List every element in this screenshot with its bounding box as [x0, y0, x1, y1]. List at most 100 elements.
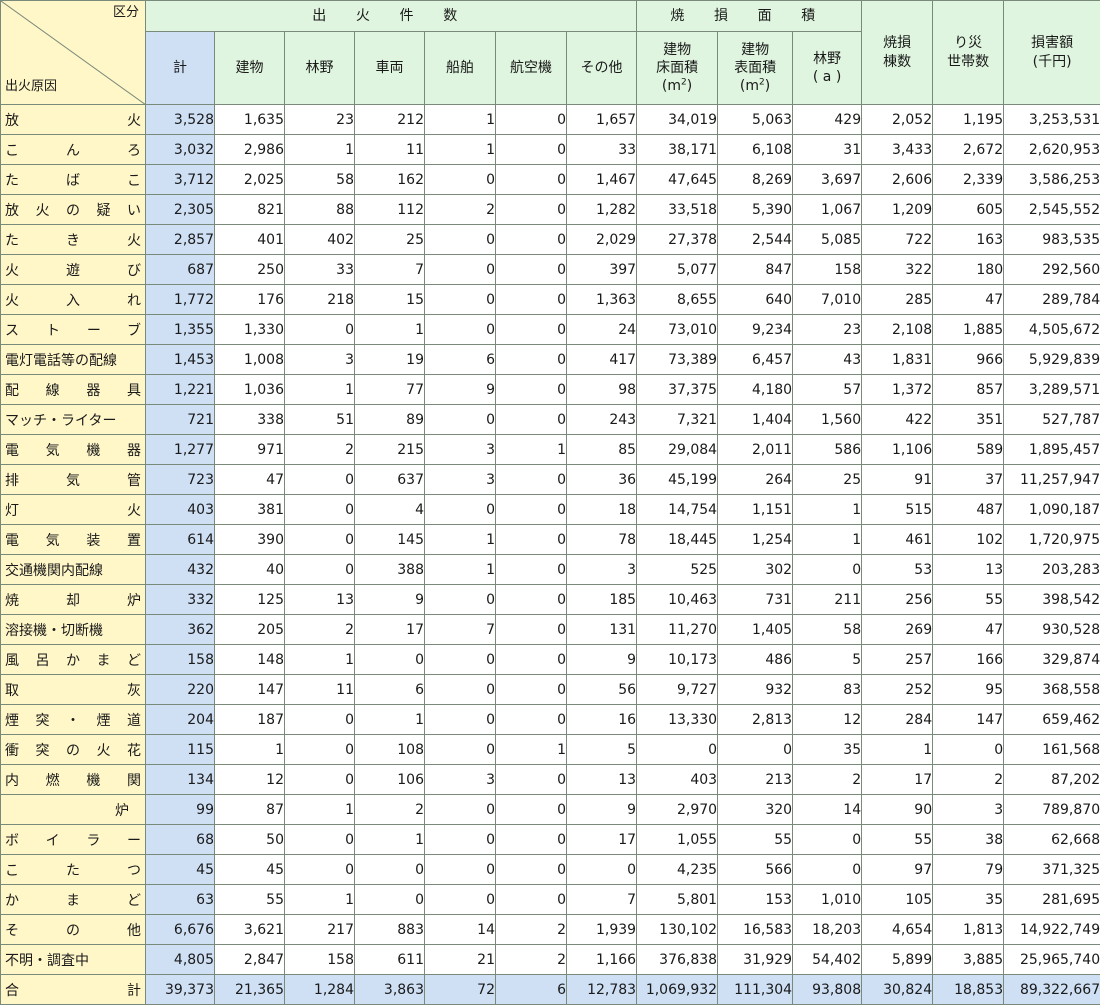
table-row: 電灯電話等の配線 1,453 1,008 3 19 6 0 417 73,389 6,457 43 1… [0, 344, 1100, 375]
value-cell: 322 [861, 254, 934, 285]
value-cell: 95 [932, 674, 1005, 705]
value-cell: 14,754 [636, 494, 719, 525]
value-cell: 145 [354, 524, 425, 555]
value-cell: 5,801 [636, 884, 719, 915]
value-cell: 3 [565, 554, 638, 585]
value-cell: 99 [145, 794, 215, 825]
value-cell: 33 [284, 254, 355, 285]
value-cell: 0 [495, 134, 567, 165]
value-cell: 731 [717, 584, 794, 615]
table-row: 内燃機関 134 12 0 106 3 0 13 403 213 2 17 2 87,202 [0, 764, 1100, 795]
value-cell: 566 [717, 854, 794, 885]
table-row: 溶接機・切断機 362 205 2 17 7 0 131 11,270 1,405 58 269 47 9… [0, 614, 1100, 645]
value-cell: 9 [424, 374, 496, 405]
value-cell: 4,180 [717, 374, 794, 405]
value-cell: 55 [214, 884, 285, 915]
value-cell: 63 [145, 884, 215, 915]
value-cell: 1,939 [565, 914, 638, 945]
value-cell: 525 [636, 554, 719, 585]
value-cell: 640 [717, 284, 794, 315]
value-cell: 18,445 [636, 524, 719, 555]
value-cell: 388 [354, 554, 425, 585]
value-cell: 17 [565, 824, 638, 855]
value-cell: 161,568 [1003, 734, 1100, 765]
value-cell: 0 [717, 734, 794, 765]
value-cell: 403 [636, 764, 719, 795]
value-cell: 0 [495, 674, 567, 705]
cause-cell: 電気装置 [0, 524, 146, 555]
cause-cell: その他 [0, 914, 146, 945]
value-cell: 130,102 [636, 914, 719, 945]
value-cell: 10,463 [636, 584, 719, 615]
value-cell: 1 [424, 554, 496, 585]
value-cell: 13 [932, 554, 1005, 585]
table-row: 放火の疑い 2,305 821 88 112 2 0 1,282 33,518 5,390 1,06… [0, 194, 1100, 225]
value-cell: 390 [214, 524, 285, 555]
value-cell: 6 [424, 344, 496, 375]
value-cell: 857 [932, 374, 1005, 405]
value-cell: 1,895,457 [1003, 434, 1100, 465]
value-cell: 368,558 [1003, 674, 1100, 705]
value-cell: 1,151 [717, 494, 794, 525]
value-cell: 77 [354, 374, 425, 405]
value-cell: 34,019 [636, 104, 719, 135]
value-cell: 21 [424, 944, 496, 975]
cause-cell: こんろ [0, 134, 146, 165]
value-cell: 79 [932, 854, 1005, 885]
value-cell: 58 [284, 164, 355, 195]
value-cell: 7,010 [792, 284, 863, 315]
value-cell: 285 [861, 284, 934, 315]
value-cell: 176 [214, 284, 285, 315]
value-cell: 23 [792, 314, 863, 345]
value-cell: 722 [861, 224, 934, 255]
value-cell: 257 [861, 644, 934, 675]
value-cell: 15 [354, 284, 425, 315]
value-cell: 397 [565, 254, 638, 285]
value-cell: 2,672 [932, 134, 1005, 165]
cause-cell: 交通機関内配線 [0, 554, 146, 585]
value-cell: 302 [717, 554, 794, 585]
value-cell: 38 [932, 824, 1005, 855]
value-cell: 51 [284, 404, 355, 435]
value-cell: 0 [424, 734, 496, 765]
value-cell: 1,813 [932, 914, 1005, 945]
value-cell: 0 [495, 854, 567, 885]
value-cell: 23 [284, 104, 355, 135]
value-cell: 2,606 [861, 164, 934, 195]
col-other: その他 [565, 31, 638, 105]
value-cell: 429 [792, 104, 863, 135]
value-cell: 88 [284, 194, 355, 225]
value-cell: 163 [932, 224, 1005, 255]
value-cell: 966 [932, 344, 1005, 375]
table-row: こんろ 3,032 2,986 1 11 1 0 33 38,171 6,108 31 3,433 2,… [0, 134, 1100, 165]
value-cell: 1 [284, 644, 355, 675]
cause-cell: 風呂かまど [0, 644, 146, 675]
value-cell: 1,008 [214, 344, 285, 375]
col-building: 建物 [214, 31, 285, 105]
value-cell: 1 [424, 104, 496, 135]
value-cell: 10,173 [636, 644, 719, 675]
value-cell: 0 [495, 614, 567, 645]
value-cell: 2 [284, 434, 355, 465]
value-cell: 589 [932, 434, 1005, 465]
value-cell: 2 [495, 944, 567, 975]
value-cell: 1,069,932 [636, 974, 719, 1005]
value-cell: 17 [861, 764, 934, 795]
value-cell: 18,853 [932, 974, 1005, 1005]
value-cell: 112 [354, 194, 425, 225]
value-cell: 14 [424, 914, 496, 945]
value-cell: 205 [214, 614, 285, 645]
value-cell: 0 [424, 254, 496, 285]
value-cell: 3,253,531 [1003, 104, 1100, 135]
value-cell: 47 [214, 464, 285, 495]
value-cell: 166 [932, 644, 1005, 675]
value-cell: 0 [424, 164, 496, 195]
value-cell: 0 [495, 494, 567, 525]
value-cell: 250 [214, 254, 285, 285]
value-cell: 6,676 [145, 914, 215, 945]
value-cell: 1 [495, 434, 567, 465]
value-cell: 98 [565, 374, 638, 405]
value-cell: 320 [717, 794, 794, 825]
value-cell: 1,372 [861, 374, 934, 405]
value-cell: 0 [284, 704, 355, 735]
